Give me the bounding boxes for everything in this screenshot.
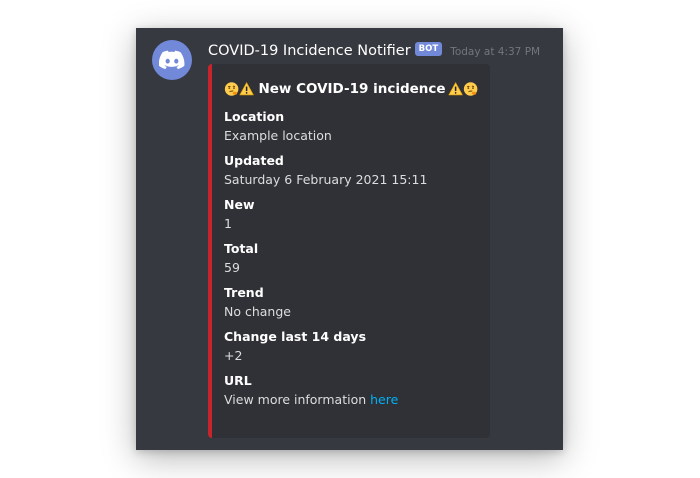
rich-embed: New COVID-19 incidence Location Example … <box>208 64 490 438</box>
field-name: Change last 14 days <box>224 329 367 344</box>
more-info-link[interactable]: here <box>370 392 398 407</box>
embed-field-new: New 1 <box>224 196 478 234</box>
embed-field-total: Total 59 <box>224 240 478 278</box>
discord-logo-icon <box>159 50 185 70</box>
embed-field-updated: Updated Saturday 6 February 2021 15:11 <box>224 152 478 190</box>
chat-message-panel: COVID-19 Incidence Notifier BOT Today at… <box>136 28 563 450</box>
field-name: Location <box>224 109 285 124</box>
warning-icon <box>448 82 463 96</box>
field-value: 1 <box>224 216 232 231</box>
warning-icon <box>239 82 254 96</box>
field-value: +2 <box>224 348 243 363</box>
field-name: New <box>224 197 255 212</box>
thinking-face-icon <box>224 82 239 96</box>
embed-field-url: URL View more information here <box>224 372 478 410</box>
field-name: Updated <box>224 153 284 168</box>
bot-tag-badge: BOT <box>414 42 443 56</box>
bot-avatar[interactable] <box>152 40 192 80</box>
field-value: View more information here <box>224 390 478 410</box>
field-value: 59 <box>224 260 240 275</box>
field-value: Example location <box>224 128 332 143</box>
embed-field-location: Location Example location <box>224 108 478 146</box>
embed-fields: Location Example location Updated Saturd… <box>224 108 478 410</box>
url-prefix-text: View more information <box>224 392 371 407</box>
field-value: No change <box>224 304 291 319</box>
embed-field-change-14-days: Change last 14 days +2 <box>224 328 478 366</box>
field-name: Total <box>224 241 259 256</box>
message-timestamp[interactable]: Today at 4:37 PM <box>450 46 540 58</box>
embed-field-trend: Trend No change <box>224 284 478 322</box>
embed-title: New COVID-19 incidence <box>224 78 478 100</box>
thinking-face-icon <box>463 82 478 96</box>
author-username[interactable]: COVID-19 Incidence Notifier <box>208 43 411 59</box>
message-header: COVID-19 Incidence Notifier BOT Today at… <box>208 40 540 62</box>
embed-title-text: New COVID-19 incidence <box>258 81 446 97</box>
field-value: Saturday 6 February 2021 15:11 <box>224 172 428 187</box>
field-name: Trend <box>224 285 264 300</box>
field-name: URL <box>224 373 252 388</box>
